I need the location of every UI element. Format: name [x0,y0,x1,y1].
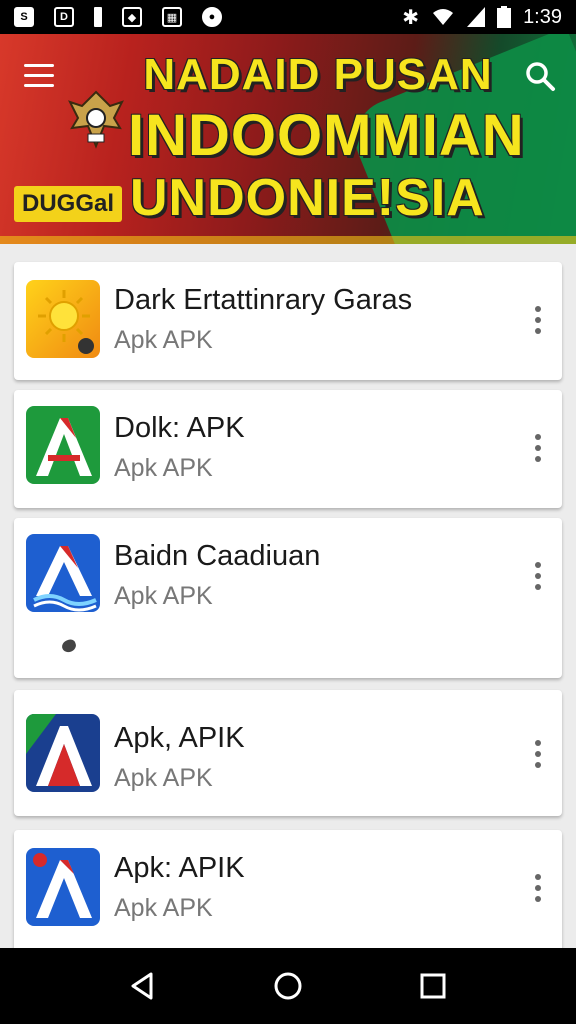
banner-badge: DUGGal [14,186,123,222]
navigation-bar [0,948,576,1024]
letter-a-green-icon [26,406,100,484]
home-icon[interactable] [268,966,308,1006]
hamburger-menu-icon[interactable] [24,64,54,88]
sun-icon [26,280,100,358]
app-subtitle: Apk APK [114,894,213,922]
banner-title-line1: NADAID PUSAN [143,50,493,99]
image-icon: ▦ [162,7,182,27]
recents-icon[interactable] [413,966,453,1006]
overflow-menu-icon[interactable] [530,302,546,338]
list-item[interactable]: Dolk: APK Apk APK [14,390,562,508]
letter-a-blue-icon [26,534,100,612]
app-list: Dark Ertattinrary Garas Apk APK Dolk: AP… [0,244,576,948]
banner-title-line3: UNDONIE!SIA [130,169,485,227]
banner-title-line2: INDOOMMIAN [128,103,525,168]
letter-a-navy-icon [26,714,100,792]
indicator-dot [60,637,78,655]
app-title: Baidn Caadiuan [114,540,321,572]
settings-icon: ● [202,7,222,27]
s-icon: S [14,7,34,27]
shield-icon: ◆ [122,7,142,27]
search-icon[interactable] [524,60,556,92]
garuda-emblem-icon [68,90,124,149]
app-title: Dolk: APK [114,412,245,444]
wifi-icon [433,9,454,25]
list-item[interactable]: Baidn Caadiuan Apk APK [14,518,562,678]
signal-icon [467,7,486,27]
back-icon[interactable] [123,966,163,1006]
notification-icons: S D ◆ ▦ ● [14,7,222,27]
battery-icon [497,6,512,28]
overflow-menu-icon[interactable] [530,430,546,466]
overflow-menu-icon[interactable] [530,736,546,772]
list-item[interactable]: Dark Ertattinrary Garas Apk APK [14,262,562,380]
list-item[interactable]: Apk, APIK Apk APK [14,690,562,816]
banner-strip [0,236,576,244]
d-icon: D [54,7,74,27]
battery-saver-icon [94,7,102,27]
app-title: Apk, APIK [114,722,245,754]
clock: 1:39 [523,5,562,28]
letter-a-blue-flag-icon [26,848,100,926]
app-subtitle: Apk APK [114,454,213,482]
app-title: Apk: APIK [114,852,245,884]
app-subtitle: Apk APK [114,764,213,792]
app-subtitle: Apk APK [114,326,213,354]
system-icons: ✱ 1:39 [402,5,562,30]
list-item[interactable]: Apk: APIK Apk APK [14,830,562,948]
app-title: Dark Ertattinrary Garas [114,284,413,316]
bluetooth-icon: ✱ [402,6,420,29]
overflow-menu-icon[interactable] [530,558,546,594]
status-bar: S D ◆ ▦ ● ✱ 1:39 [0,0,576,34]
overflow-menu-icon[interactable] [530,870,546,906]
app-subtitle: Apk APK [114,582,213,610]
header-banner: NADAID PUSAN INDOOMMIAN UNDONIE!SIA DUGG… [0,34,576,244]
